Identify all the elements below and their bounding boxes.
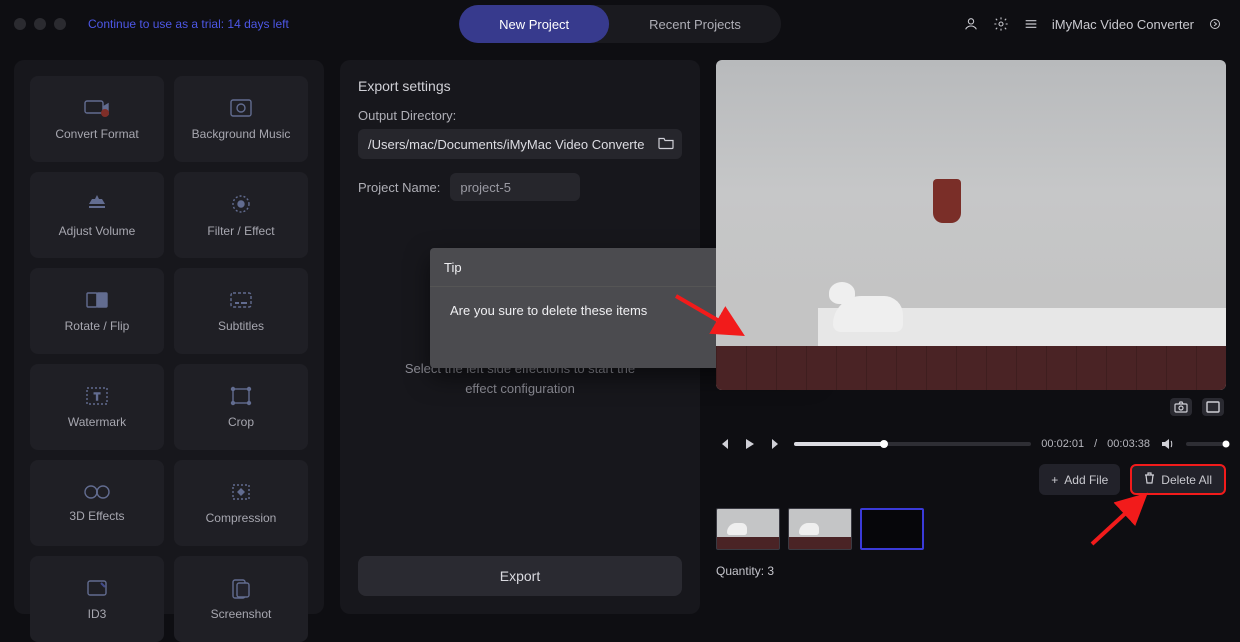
tool-label: Background Music <box>192 127 291 141</box>
tool-grid: Convert Format Background Music Adjust V… <box>14 60 324 614</box>
clip-thumb-selected[interactable] <box>860 508 924 550</box>
project-name-input[interactable] <box>450 173 580 201</box>
settings-icon[interactable] <box>992 15 1010 33</box>
output-directory-field[interactable]: /Users/mac/Documents/iMyMac Video Conver… <box>358 129 682 159</box>
clip-thumb[interactable] <box>716 508 780 550</box>
delete-all-button[interactable]: Delete All <box>1130 464 1226 495</box>
maximize-dot[interactable] <box>54 18 66 30</box>
next-button[interactable] <box>768 436 784 452</box>
time-total: 00:03:38 <box>1107 438 1150 450</box>
tool-background-music[interactable]: Background Music <box>174 76 308 162</box>
modal-title: Tip <box>444 260 462 275</box>
tool-crop[interactable]: Crop <box>174 364 308 450</box>
tool-label: Convert Format <box>55 127 138 141</box>
trial-status[interactable]: Continue to use as a trial: 14 days left <box>88 17 289 31</box>
topbar: Continue to use as a trial: 14 days left… <box>0 0 1240 48</box>
export-button[interactable]: Export <box>358 556 682 596</box>
add-file-label: Add File <box>1064 473 1108 487</box>
fullscreen-icon[interactable] <box>1202 398 1224 416</box>
time-separator: / <box>1094 438 1097 450</box>
project-tabs: New Project Recent Projects <box>459 5 781 43</box>
tool-subtitles[interactable]: Subtitles <box>174 268 308 354</box>
output-directory-row: Output Directory: /Users/mac/Documents/i… <box>358 108 682 159</box>
clip-thumbnails <box>716 508 924 550</box>
tool-label: Rotate / Flip <box>65 319 130 333</box>
tab-new-project[interactable]: New Project <box>459 5 609 43</box>
tool-label: Crop <box>228 415 254 429</box>
tool-compression[interactable]: Compression <box>174 460 308 546</box>
tool-watermark[interactable]: T Watermark <box>30 364 164 450</box>
tool-label: Adjust Volume <box>59 224 136 238</box>
tool-label: Subtitles <box>218 319 264 333</box>
export-settings-title: Export settings <box>358 78 682 94</box>
output-directory-value: /Users/mac/Documents/iMyMac Video Conver… <box>368 137 644 152</box>
trash-icon <box>1144 472 1155 487</box>
svg-text:T: T <box>94 392 100 403</box>
video-preview[interactable] <box>716 60 1226 390</box>
add-file-button[interactable]: + Add File <box>1039 464 1120 495</box>
player-bar: 00:02:01 / 00:03:38 <box>716 432 1226 456</box>
expand-icon[interactable] <box>1206 15 1224 33</box>
tool-label: Screenshot <box>211 607 272 621</box>
tool-3d-effects[interactable]: 3D Effects <box>30 460 164 546</box>
volume-slider[interactable] <box>1186 442 1226 446</box>
plus-icon: + <box>1051 473 1058 487</box>
tool-rotate-flip[interactable]: Rotate / Flip <box>30 268 164 354</box>
menu-icon[interactable] <box>1022 15 1040 33</box>
tool-label: Filter / Effect <box>207 224 274 238</box>
topbar-right: iMyMac Video Converter <box>962 0 1224 48</box>
preview-area: 00:02:01 / 00:03:38 + Add File Delete Al… <box>716 60 1226 614</box>
time-current: 00:02:01 <box>1041 438 1084 450</box>
delete-all-label: Delete All <box>1161 473 1212 487</box>
minimize-dot[interactable] <box>34 18 46 30</box>
tool-label: 3D Effects <box>69 509 124 523</box>
quantity-label: Quantity: 3 <box>716 564 774 578</box>
tool-label: Compression <box>206 511 277 525</box>
window-traffic-lights <box>14 18 66 30</box>
app-name: iMyMac Video Converter <box>1052 17 1194 32</box>
tool-convert-format[interactable]: Convert Format <box>30 76 164 162</box>
file-actions: + Add File Delete All <box>1039 464 1226 495</box>
clip-thumb[interactable] <box>788 508 852 550</box>
project-name-label: Project Name: <box>358 180 440 195</box>
tool-filter-effect[interactable]: Filter / Effect <box>174 172 308 258</box>
progress-bar[interactable] <box>794 442 1031 446</box>
close-dot[interactable] <box>14 18 26 30</box>
play-button[interactable] <box>742 436 758 452</box>
prev-button[interactable] <box>716 436 732 452</box>
tool-label: Watermark <box>68 415 126 429</box>
tool-screenshot[interactable]: Screenshot <box>174 556 308 642</box>
snapshot-icon[interactable] <box>1170 398 1192 416</box>
volume-icon[interactable] <box>1160 436 1176 452</box>
project-name-row: Project Name: <box>358 173 682 201</box>
tool-adjust-volume[interactable]: Adjust Volume <box>30 172 164 258</box>
output-directory-label: Output Directory: <box>358 108 682 123</box>
browse-folder-icon[interactable] <box>658 136 674 153</box>
tab-recent-projects[interactable]: Recent Projects <box>609 5 781 43</box>
tool-label: ID3 <box>88 607 107 621</box>
tool-id3[interactable]: ID3 <box>30 556 164 642</box>
account-icon[interactable] <box>962 15 980 33</box>
